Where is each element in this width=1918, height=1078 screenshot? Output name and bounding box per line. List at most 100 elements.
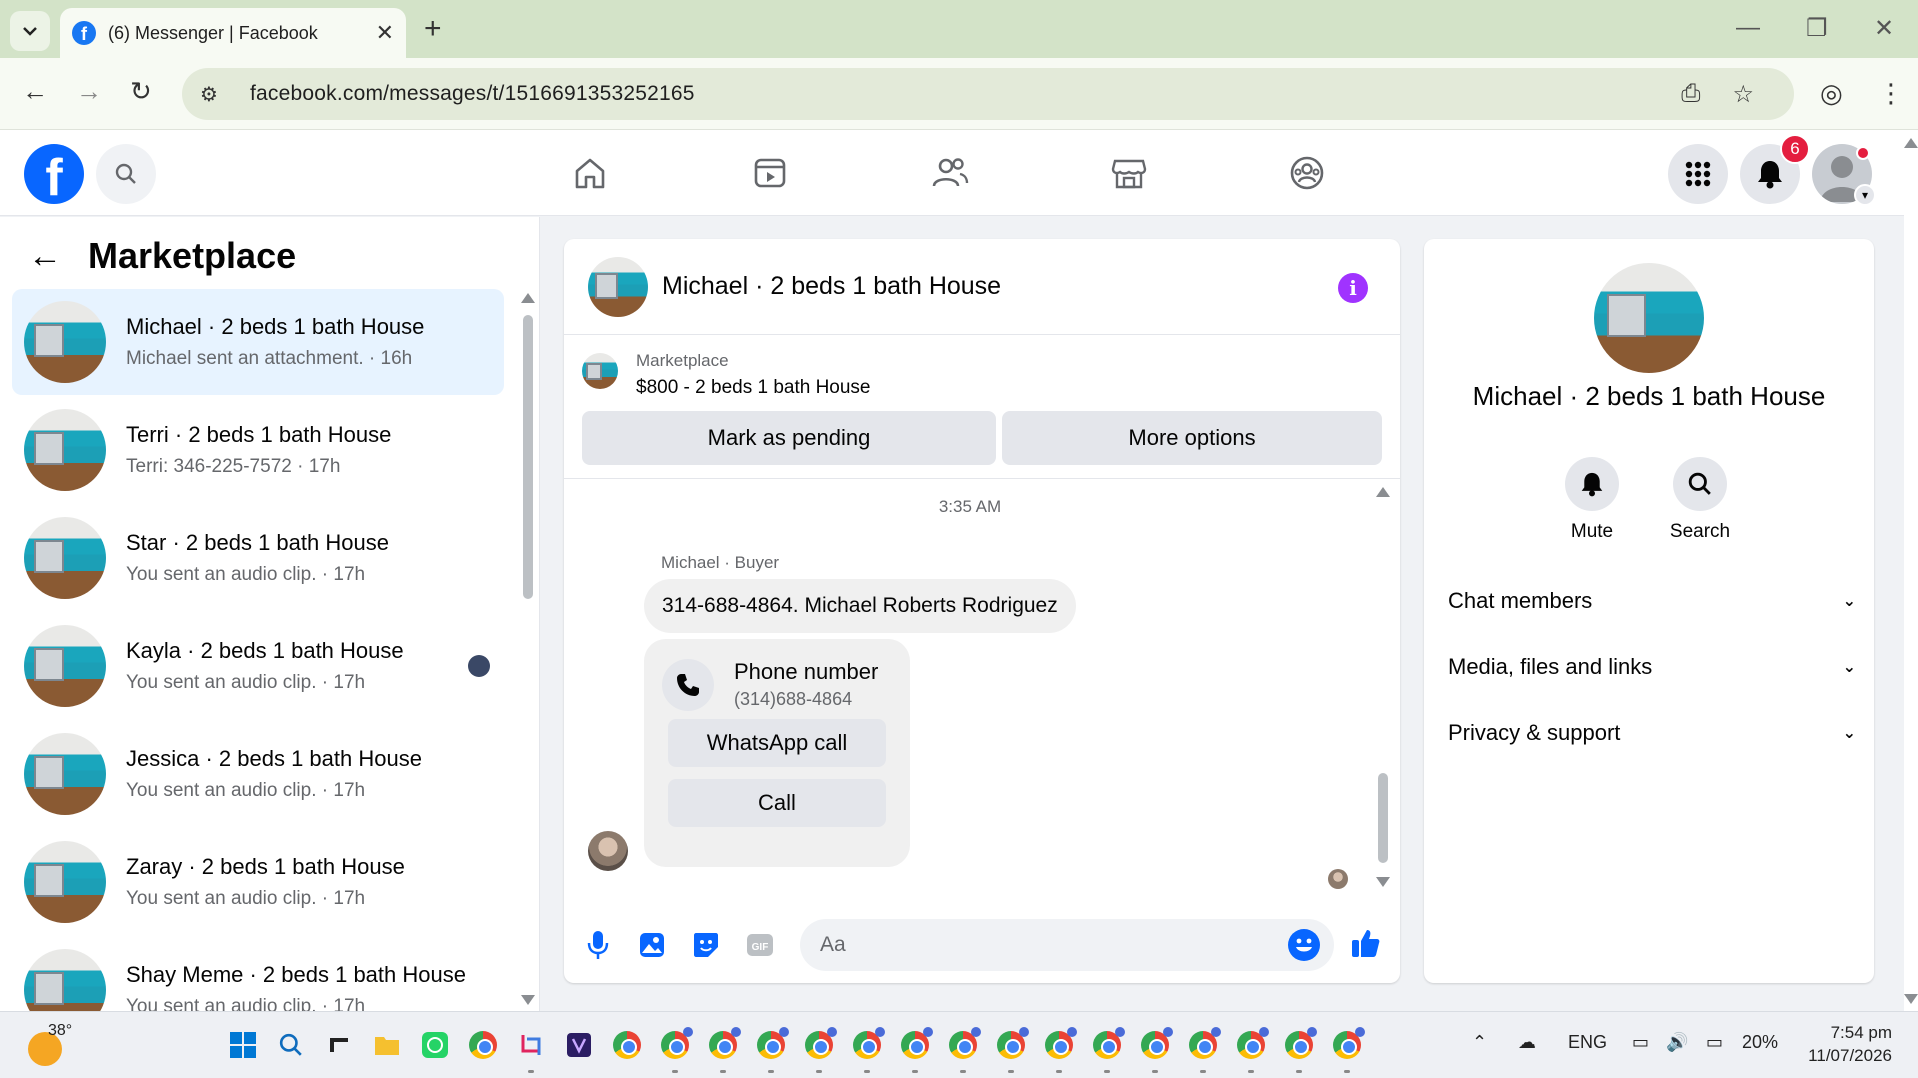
network-icon[interactable]: ▭ (1632, 1032, 1649, 1053)
onedrive-icon[interactable]: ☁ (1518, 1032, 1536, 1053)
nav-friends[interactable] (925, 148, 975, 198)
mark-as-pending-button[interactable]: Mark as pending (582, 411, 996, 465)
conversation-item[interactable]: Terri · 2 beds 1 bath House Terri: 346-2… (12, 397, 504, 503)
emoji-icon[interactable] (1288, 929, 1320, 961)
system-clock[interactable]: 7:54 pm 11/07/2026 (1792, 1022, 1892, 1068)
scrollbar-thumb[interactable] (523, 315, 533, 599)
chrome-profile-window[interactable] (1332, 1027, 1365, 1060)
chrome-profile-window[interactable] (804, 1027, 837, 1060)
close-window-icon[interactable]: ✕ (1874, 14, 1894, 43)
back-icon[interactable]: ← (22, 76, 48, 107)
chrome-profile-window[interactable] (900, 1027, 933, 1060)
volume-icon[interactable]: 🔊 (1666, 1032, 1688, 1053)
whatsapp-button[interactable] (420, 1030, 450, 1060)
chrome-taskbar-button[interactable] (468, 1030, 498, 1060)
nav-groups[interactable] (1282, 148, 1332, 198)
facebook-logo-icon[interactable]: f (24, 144, 84, 204)
sticker-button[interactable] (690, 929, 722, 961)
sidebar-scrollbar[interactable] (521, 293, 535, 1005)
start-button[interactable] (228, 1030, 258, 1060)
facebook-search-button[interactable] (96, 144, 156, 204)
listing-thumbnail[interactable] (582, 353, 618, 389)
tab-close-icon[interactable]: ✕ (376, 20, 394, 46)
chrome-taskbar-button[interactable] (612, 1030, 642, 1060)
scrollbar-thumb[interactable] (1378, 773, 1388, 863)
chrome-profile-window[interactable] (1044, 1027, 1077, 1060)
taskbar-search-button[interactable] (276, 1030, 306, 1060)
task-view-button[interactable] (324, 1030, 354, 1060)
url-text[interactable]: facebook.com/messages/t/1516691353252165 (250, 82, 695, 106)
message-input[interactable]: Aa (800, 919, 1334, 971)
scroll-down-icon[interactable] (1376, 877, 1390, 887)
menu-button[interactable] (1668, 144, 1728, 204)
site-info-icon[interactable]: ⚙ (200, 82, 230, 107)
chrome-profile-window[interactable] (852, 1027, 885, 1060)
media-files-links-section[interactable]: Media, files and links ⌄ (1448, 647, 1856, 687)
search-action[interactable]: Search (1655, 457, 1745, 543)
tab-search-button[interactable] (10, 11, 50, 51)
chrome-profile-window[interactable] (996, 1027, 1029, 1060)
message-bubble[interactable]: 314-688-4864. Michael Roberts Rodriguez (644, 579, 1076, 633)
nav-marketplace[interactable] (1104, 148, 1154, 198)
restore-icon[interactable]: ❐ (1806, 14, 1828, 43)
chat-title[interactable]: Michael · 2 beds 1 bath House (662, 272, 1001, 301)
voice-clip-button[interactable] (582, 929, 614, 961)
chrome-profile-window[interactable] (1236, 1027, 1269, 1060)
app-button[interactable] (564, 1030, 594, 1060)
forward-icon[interactable]: → (76, 76, 102, 107)
scroll-up-icon[interactable] (1904, 138, 1918, 148)
attach-photo-button[interactable] (636, 929, 668, 961)
chrome-profile-window[interactable] (1092, 1027, 1125, 1060)
chrome-profile-window[interactable] (660, 1027, 693, 1060)
chrome-profile-window[interactable] (948, 1027, 981, 1060)
details-avatar[interactable] (1594, 263, 1704, 373)
nav-video[interactable] (745, 148, 795, 198)
scroll-up-icon[interactable] (521, 293, 535, 303)
bookmark-star-icon[interactable]: ☆ (1732, 80, 1754, 109)
conversation-item[interactable]: Star · 2 beds 1 bath House You sent an a… (12, 505, 504, 611)
snipping-tool-button[interactable] (516, 1030, 546, 1060)
reload-icon[interactable]: ↻ (130, 76, 152, 107)
chat-avatar[interactable] (588, 256, 648, 317)
mute-button[interactable] (1565, 457, 1619, 511)
listing-title[interactable]: $800 - 2 beds 1 bath House (636, 377, 871, 399)
browser-menu-icon[interactable]: ⋮ (1878, 78, 1904, 109)
conversation-item[interactable]: Zaray · 2 beds 1 bath House You sent an … (12, 829, 504, 935)
install-app-icon[interactable]: ⎙ (1681, 80, 1700, 109)
chat-scrollbar[interactable] (1376, 483, 1390, 891)
conversation-item[interactable]: Jessica · 2 beds 1 bath House You sent a… (12, 721, 504, 827)
page-scrollbar[interactable] (1904, 130, 1918, 1011)
scroll-down-icon[interactable] (1904, 994, 1918, 1004)
browser-tab[interactable]: f (6) Messenger | Facebook ✕ (60, 8, 406, 58)
nav-home[interactable] (565, 148, 615, 198)
new-tab-button[interactable]: + (424, 12, 442, 46)
search-in-conversation-button[interactable] (1673, 457, 1727, 511)
scroll-up-icon[interactable] (1376, 487, 1390, 497)
more-options-button[interactable]: More options (1002, 411, 1382, 465)
mute-action[interactable]: Mute (1547, 457, 1637, 543)
conversation-item[interactable]: Michael · 2 beds 1 bath House Michael se… (12, 289, 504, 395)
call-button[interactable]: Call (668, 779, 886, 827)
info-icon[interactable]: i (1338, 273, 1368, 303)
chrome-profile-window[interactable] (1140, 1027, 1173, 1060)
whatsapp-call-button[interactable]: WhatsApp call (668, 719, 886, 767)
chrome-profile-window[interactable] (1284, 1027, 1317, 1060)
input-language[interactable]: ENG (1568, 1032, 1607, 1053)
back-arrow-icon[interactable]: ← (28, 237, 62, 276)
battery-icon[interactable]: ▭ (1706, 1032, 1723, 1053)
profile-icon[interactable]: ◎ (1820, 78, 1843, 109)
minimize-icon[interactable]: — (1736, 14, 1760, 42)
file-explorer-button[interactable] (372, 1030, 402, 1060)
gif-button[interactable]: GIF (744, 929, 776, 961)
chrome-profile-window[interactable] (756, 1027, 789, 1060)
like-button[interactable] (1350, 927, 1382, 959)
privacy-support-section[interactable]: Privacy & support ⌄ (1448, 713, 1856, 753)
scroll-down-icon[interactable] (521, 995, 535, 1005)
chat-members-section[interactable]: Chat members ⌄ (1448, 581, 1856, 621)
address-bar[interactable]: ⚙ facebook.com/messages/t/15166913532521… (182, 68, 1794, 120)
show-hidden-icons-icon[interactable]: ⌃ (1472, 1032, 1487, 1053)
sender-avatar[interactable] (588, 831, 628, 871)
chrome-profile-window[interactable] (708, 1027, 741, 1060)
conversation-item[interactable]: Shay Meme · 2 beds 1 bath House You sent… (12, 937, 504, 1011)
account-chevron-icon[interactable]: ▾ (1854, 184, 1876, 206)
